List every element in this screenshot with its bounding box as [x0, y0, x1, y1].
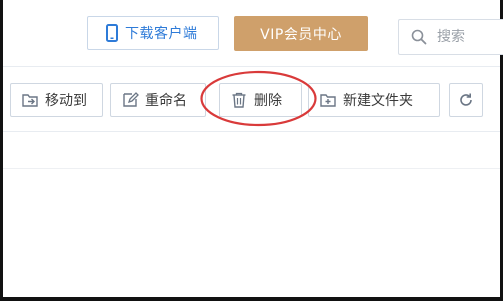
top-header: 下载客户端 VIP会员中心 — [3, 0, 503, 65]
move-to-label: 移动到 — [45, 93, 87, 109]
refresh-button[interactable] — [449, 83, 483, 117]
move-icon — [21, 91, 39, 109]
phone-icon — [106, 24, 118, 42]
move-to-button[interactable]: 移动到 — [10, 83, 103, 117]
trash-icon — [230, 91, 248, 109]
search-box[interactable] — [398, 19, 503, 55]
download-client-button[interactable]: 下载客户端 — [87, 16, 219, 50]
rename-button[interactable]: 重命名 — [110, 83, 206, 117]
edit-icon — [121, 91, 139, 109]
new-folder-label: 新建文件夹 — [343, 93, 413, 109]
new-folder-icon — [319, 91, 337, 109]
refresh-icon — [457, 91, 475, 109]
vip-center-button[interactable]: VIP会员中心 — [234, 16, 368, 51]
delete-label: 删除 — [254, 93, 282, 109]
rename-label: 重命名 — [145, 93, 187, 109]
delete-button[interactable]: 删除 — [219, 83, 302, 117]
search-icon — [411, 29, 427, 45]
search-input[interactable] — [435, 28, 503, 46]
vip-center-label: VIP会员中心 — [260, 26, 342, 43]
file-toolbar: 移动到 重命名 删除 新建文件夹 — [3, 66, 500, 132]
new-folder-button[interactable]: 新建文件夹 — [308, 83, 440, 117]
download-client-label: 下载客户端 — [125, 26, 198, 42]
list-divider — [3, 168, 500, 169]
